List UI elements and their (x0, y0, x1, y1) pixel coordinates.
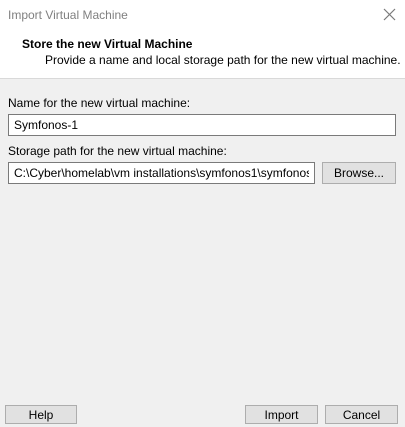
browse-button[interactable]: Browse... (322, 162, 396, 184)
close-button[interactable] (376, 3, 402, 27)
wizard-header: Store the new Virtual Machine Provide a … (0, 31, 405, 79)
title-bar: Import Virtual Machine (0, 0, 405, 31)
help-button[interactable]: Help (5, 405, 77, 424)
storage-path-label: Storage path for the new virtual machine… (8, 144, 227, 158)
import-vm-dialog: Import Virtual Machine Store the new Vir… (0, 0, 405, 427)
vm-name-input[interactable] (8, 114, 396, 136)
wizard-step-title: Store the new Virtual Machine (22, 37, 193, 51)
close-icon (383, 8, 396, 21)
cancel-button[interactable]: Cancel (325, 405, 398, 424)
window-title: Import Virtual Machine (8, 8, 128, 22)
import-button[interactable]: Import (245, 405, 318, 424)
storage-path-input[interactable] (8, 162, 315, 184)
vm-name-label: Name for the new virtual machine: (8, 96, 191, 110)
wizard-step-subtitle: Provide a name and local storage path fo… (45, 53, 401, 67)
